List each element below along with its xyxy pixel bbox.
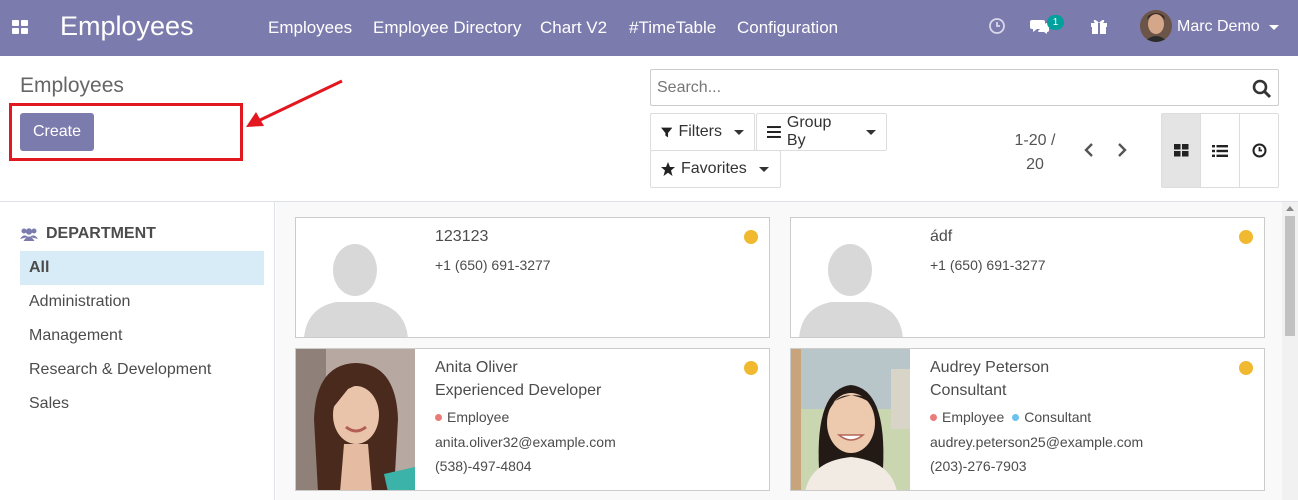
employee-job-title: Consultant [930, 382, 1007, 399]
chevron-down-icon [866, 129, 876, 135]
employee-phone: +1 (650) 691-3277 [435, 257, 551, 273]
list-icon [1212, 144, 1228, 157]
presence-status-icon [744, 230, 758, 244]
chat-count-badge: 1 [1047, 15, 1064, 30]
search-bar [650, 69, 1279, 106]
create-button[interactable]: Create [20, 113, 94, 151]
tag-employee: Employee [435, 409, 509, 425]
employee-card[interactable]: ádf +1 (650) 691-3277 [790, 217, 1265, 338]
menu-timetable[interactable]: #TimeTable [629, 18, 716, 38]
activity-clock-icon[interactable] [988, 17, 1006, 35]
employee-card[interactable]: 123123 +1 (650) 691-3277 [295, 217, 770, 338]
search-input[interactable] [657, 77, 1237, 99]
kanban-view: 123123 +1 (650) 691-3277 ádf +1 (650) 69… [276, 202, 1282, 500]
employee-tags: Employee [435, 409, 509, 425]
tag-employee: Employee [930, 409, 1004, 425]
employee-phone: +1 (650) 691-3277 [930, 257, 1046, 273]
department-title: DEPARTMENT [46, 225, 156, 242]
star-icon [661, 162, 675, 176]
tag-consultant: Consultant [1012, 409, 1091, 425]
employee-job-title: Experienced Developer [435, 382, 602, 399]
employee-phone: (538)-497-4804 [435, 458, 532, 474]
department-header: DEPARTMENT [20, 225, 156, 243]
employee-name: 123123 [435, 228, 489, 245]
annotation-arrow-icon [246, 79, 343, 127]
list-view-button[interactable] [1201, 114, 1240, 187]
menu-employee-directory[interactable]: Employee Directory [373, 18, 521, 38]
user-name[interactable]: Marc Demo [1177, 18, 1260, 36]
employee-name: Audrey Peterson [930, 359, 1050, 376]
employee-photo [296, 349, 415, 490]
filter-icon [661, 127, 673, 137]
chevron-left-icon[interactable] [1083, 142, 1095, 158]
users-icon [20, 228, 38, 241]
chevron-right-icon[interactable] [1116, 142, 1128, 158]
department-item-research-development[interactable]: Research & Development [20, 353, 264, 387]
employee-phone: (203)-276-7903 [930, 458, 1027, 474]
employee-card[interactable]: Audrey Peterson Consultant Employee Cons… [790, 348, 1265, 491]
clock-icon [1252, 143, 1266, 158]
department-item-management[interactable]: Management [20, 319, 264, 353]
menu-configuration[interactable]: Configuration [737, 18, 838, 38]
app-title: Employees [60, 11, 194, 41]
favorites-label: Favorites [681, 160, 747, 177]
kanban-grid-icon [1173, 144, 1188, 157]
filters-button[interactable]: Filters [650, 113, 755, 151]
employee-photo [791, 349, 910, 490]
scroll-thumb[interactable] [1285, 216, 1295, 336]
department-item-administration[interactable]: Administration [20, 285, 264, 319]
pager-range: 1-20 / [1014, 132, 1056, 149]
group-by-label: Group By [786, 114, 832, 149]
employee-name: Anita Oliver [435, 359, 518, 376]
employee-card[interactable]: Anita Oliver Experienced Developer Emplo… [295, 348, 770, 491]
apps-menu-icon[interactable] [12, 20, 28, 34]
pager-value[interactable]: 1-20 / 20 [1008, 129, 1062, 177]
view-switcher [1161, 113, 1279, 188]
presence-status-icon [1239, 361, 1253, 375]
menu-chart-v2[interactable]: Chart V2 [540, 18, 607, 38]
pager-total: 20 [1026, 156, 1044, 173]
department-item-all[interactable]: All [20, 251, 264, 285]
gift-icon[interactable] [1090, 17, 1108, 35]
employee-tags: Employee Consultant [930, 409, 1091, 425]
favorites-button[interactable]: Favorites [650, 150, 781, 188]
user-menu-caret-icon[interactable] [1269, 25, 1279, 30]
breadcrumb: Employees [20, 74, 124, 97]
employee-email: audrey.peterson25@example.com [930, 434, 1144, 450]
group-by-button[interactable]: Group By [756, 113, 887, 151]
list-bars-icon [767, 126, 781, 138]
chevron-down-icon [758, 166, 769, 172]
department-sidebar: DEPARTMENT All Administration Management… [0, 202, 275, 500]
kanban-view-button[interactable] [1162, 114, 1201, 187]
search-icon[interactable] [1252, 79, 1272, 99]
employee-name: ádf [930, 228, 953, 245]
employee-photo-placeholder [791, 218, 910, 337]
department-item-sales[interactable]: Sales [20, 387, 264, 421]
filters-label: Filters [678, 123, 722, 140]
presence-status-icon [744, 361, 758, 375]
user-avatar[interactable] [1140, 10, 1172, 42]
presence-status-icon [1239, 230, 1253, 244]
scroll-up-arrow-icon[interactable] [1286, 206, 1294, 211]
control-panel: Employees Create Filters Group By Favori… [0, 56, 1298, 202]
top-navbar: Employees Employees Employee Directory C… [0, 0, 1298, 56]
activity-view-button[interactable] [1240, 114, 1278, 187]
employee-photo-placeholder [296, 218, 415, 337]
kanban-scrollbar[interactable] [1282, 202, 1298, 500]
employee-email: anita.oliver32@example.com [435, 434, 616, 450]
chevron-down-icon [734, 129, 744, 135]
menu-employees[interactable]: Employees [268, 18, 352, 38]
